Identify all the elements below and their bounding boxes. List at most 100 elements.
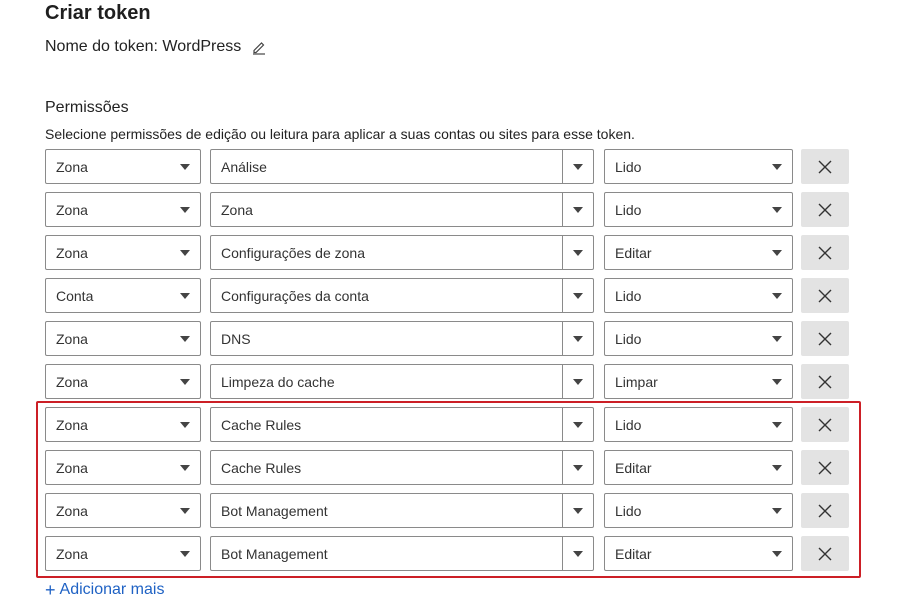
scope-select[interactable]: Zona (45, 321, 201, 356)
dropdown-toggle[interactable] (562, 322, 593, 355)
scope-select[interactable]: Zona (45, 536, 201, 571)
permission-row: Zona Análise Lido (45, 149, 855, 184)
remove-permission-button[interactable] (801, 536, 849, 571)
access-level-value: Lido (615, 201, 642, 218)
permissions-description: Selecione permissões de edição ou leitur… (45, 126, 635, 142)
permission-select[interactable]: Bot Management (210, 493, 594, 528)
access-level-value: Lido (615, 287, 642, 304)
dropdown-toggle[interactable] (562, 494, 593, 527)
permission-value: Zona (221, 201, 253, 218)
scope-value: Zona (56, 502, 88, 519)
access-level-select[interactable]: Editar (604, 450, 793, 485)
permission-value: Análise (221, 158, 267, 175)
access-level-select[interactable]: Editar (604, 235, 793, 270)
access-level-select[interactable]: Limpar (604, 364, 793, 399)
scope-select[interactable]: Zona (45, 450, 201, 485)
scope-select[interactable]: Zona (45, 364, 201, 399)
remove-permission-button[interactable] (801, 407, 849, 442)
scope-select[interactable]: Conta (45, 278, 201, 313)
permission-select[interactable]: Bot Management (210, 536, 594, 571)
scope-value: Zona (56, 244, 88, 261)
scope-value: Zona (56, 416, 88, 433)
remove-permission-button[interactable] (801, 450, 849, 485)
access-level-select[interactable]: Lido (604, 149, 793, 184)
remove-permission-button[interactable] (801, 493, 849, 528)
caret-down-icon (180, 550, 190, 557)
permission-row: Zona Cache Rules Lido (45, 407, 855, 442)
access-level-select[interactable]: Lido (604, 321, 793, 356)
remove-permission-button[interactable] (801, 235, 849, 270)
caret-down-icon (573, 292, 583, 299)
permission-value: Cache Rules (221, 459, 302, 476)
dropdown-toggle[interactable] (562, 236, 593, 269)
scope-select[interactable]: Zona (45, 493, 201, 528)
remove-permission-button[interactable] (801, 364, 849, 399)
scope-select[interactable]: Zona (45, 149, 201, 184)
caret-down-icon (573, 421, 583, 428)
scope-value: Zona (56, 330, 88, 347)
scope-value: Conta (56, 287, 94, 304)
dropdown-toggle[interactable] (562, 279, 593, 312)
permission-row: Zona Bot Management Lido (45, 493, 855, 528)
permission-value: Cache Rules (221, 416, 302, 433)
remove-permission-button[interactable] (801, 278, 849, 313)
permission-row: Zona Limpeza do cache Limpar (45, 364, 855, 399)
dropdown-toggle[interactable] (562, 150, 593, 183)
scope-select[interactable]: Zona (45, 407, 201, 442)
permission-select[interactable]: Análise (210, 149, 594, 184)
dropdown-toggle[interactable] (562, 193, 593, 226)
access-level-value: Lido (615, 416, 642, 433)
remove-permission-button[interactable] (801, 192, 849, 227)
close-icon (818, 332, 832, 345)
dropdown-toggle[interactable] (562, 408, 593, 441)
permission-row: Zona Bot Management Editar (45, 536, 855, 571)
caret-down-icon (180, 249, 190, 256)
access-level-select[interactable]: Lido (604, 493, 793, 528)
access-level-select[interactable]: Lido (604, 192, 793, 227)
caret-down-icon (180, 335, 190, 342)
plus-icon: + (45, 580, 56, 600)
scope-select[interactable]: Zona (45, 235, 201, 270)
caret-down-icon (772, 335, 782, 342)
caret-down-icon (573, 249, 583, 256)
access-level-select[interactable]: Lido (604, 278, 793, 313)
scope-select[interactable]: Zona (45, 192, 201, 227)
caret-down-icon (180, 378, 190, 385)
scope-value: Zona (56, 158, 88, 175)
scope-value: Zona (56, 459, 88, 476)
add-more-link[interactable]: + Adicionar mais (45, 581, 164, 599)
caret-down-icon (180, 464, 190, 471)
access-level-select[interactable]: Editar (604, 536, 793, 571)
dropdown-toggle[interactable] (562, 451, 593, 484)
caret-down-icon (772, 292, 782, 299)
caret-down-icon (772, 464, 782, 471)
permission-row: Zona Configurações de zona Editar (45, 235, 855, 270)
permission-select[interactable]: Configurações de zona (210, 235, 594, 270)
scope-value: Zona (56, 373, 88, 390)
create-token-page: Criar token Nome do token: WordPress Per… (0, 0, 899, 615)
permission-value: Bot Management (221, 502, 328, 519)
permission-select[interactable]: Cache Rules (210, 450, 594, 485)
dropdown-toggle[interactable] (562, 365, 593, 398)
page-title: Criar token (45, 2, 151, 24)
permission-select[interactable]: DNS (210, 321, 594, 356)
permission-row: Zona DNS Lido (45, 321, 855, 356)
pencil-icon[interactable] (251, 39, 267, 55)
caret-down-icon (573, 507, 583, 514)
close-icon (818, 504, 832, 517)
caret-down-icon (772, 163, 782, 170)
caret-down-icon (180, 421, 190, 428)
remove-permission-button[interactable] (801, 149, 849, 184)
permission-row: Conta Configurações da conta Lido (45, 278, 855, 313)
caret-down-icon (180, 507, 190, 514)
permission-select[interactable]: Configurações da conta (210, 278, 594, 313)
caret-down-icon (573, 464, 583, 471)
permission-select[interactable]: Limpeza do cache (210, 364, 594, 399)
dropdown-toggle[interactable] (562, 537, 593, 570)
remove-permission-button[interactable] (801, 321, 849, 356)
close-icon (818, 160, 832, 173)
access-level-select[interactable]: Lido (604, 407, 793, 442)
close-icon (818, 246, 832, 259)
permission-select[interactable]: Zona (210, 192, 594, 227)
permission-select[interactable]: Cache Rules (210, 407, 594, 442)
